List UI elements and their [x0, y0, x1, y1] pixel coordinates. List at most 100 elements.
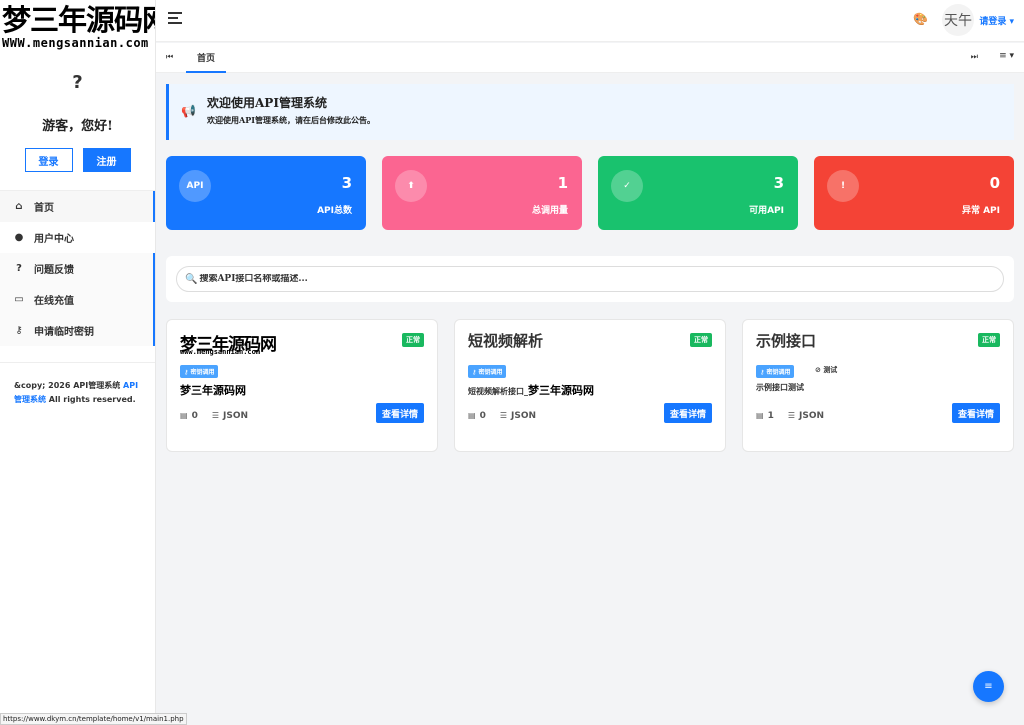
tabs-menu-icon[interactable]: ≡ ▾ [999, 51, 1014, 61]
card-description: 梦三年源码网 [180, 382, 246, 398]
card-logo-url: www.mengsannian.com [180, 348, 261, 356]
list-icon: ☰ [787, 411, 795, 420]
logo-title: 梦三年源码网 [2, 3, 155, 37]
format-value: JSON [511, 411, 537, 421]
sidebar-item-home[interactable]: ⌂ 首页 [0, 191, 155, 222]
key-tag: ⚷ 密钥调用 [468, 365, 507, 378]
view-details-button[interactable]: 查看详情 [664, 403, 712, 423]
stat-label: 可用API [749, 206, 784, 216]
calls-value: 0 [191, 411, 198, 421]
format-value: JSON [799, 411, 825, 421]
stat-value: 3 [773, 174, 784, 192]
key-tag: ⚷ 密钥调用 [180, 365, 219, 378]
sidebar-item-label: 申请临时密钥 [34, 327, 94, 338]
status-badge: 正常 [690, 333, 712, 347]
view-details-button[interactable]: 查看详情 [376, 403, 424, 423]
register-button[interactable]: 注册 [82, 148, 131, 172]
calls-value: 1 [767, 411, 774, 421]
sidebar-nav: ⌂ 首页 ● 用户中心 ? 问题反馈 ▭ 在线充值 ⚷ 申请临时密钥 [0, 190, 155, 346]
card-desc-text: 短视频解析接口_ [468, 386, 528, 396]
calls-count: ▤ 1 [756, 411, 774, 421]
login-button[interactable]: 登录 [24, 148, 73, 172]
announcement-text: 欢迎使用API管理系统，请在后台修改此公告。 [207, 115, 375, 125]
announcement: 📢 欢迎使用API管理系统 欢迎使用API管理系统，请在后台修改此公告。 [166, 84, 1014, 140]
card-meta: ▤ 1 ☰ JSON [756, 411, 824, 421]
card-title: 示例接口 [756, 332, 817, 350]
floating-menu-button[interactable]: ≡ [973, 671, 1004, 702]
top-bar: 🎨 天午 请登录 ▾ [156, 0, 1024, 42]
card-description: 示例接口测试 [756, 382, 804, 392]
card-description: 短视频解析接口_梦三年源码网 [468, 382, 594, 398]
check-circle-icon: ✓ [611, 170, 643, 202]
view-details-button[interactable]: 查看详情 [952, 403, 1000, 423]
tab-home[interactable]: 首页 [186, 43, 226, 73]
calls-count: ▤ 0 [180, 411, 198, 421]
copyright-suffix: All rights reserved. [46, 395, 136, 404]
search-panel: 🔍 [166, 256, 1014, 302]
key-tag: ⚷ 密钥调用 [756, 365, 795, 378]
alert-circle-icon: ! [827, 170, 859, 202]
announcement-title: 欢迎使用API管理系统 [207, 96, 327, 110]
site-logo[interactable]: 梦三年源码网 WWW.mengsannian.com [0, 0, 155, 58]
login-link[interactable]: 请登录 ▾ [979, 14, 1014, 27]
sidebar-item-user-center[interactable]: ● 用户中心 [0, 222, 155, 253]
api-card[interactable]: 梦三年源码网 www.mengsannian.com 正常 ⚷ 密钥调用 梦三年… [166, 319, 438, 452]
sidebar: 梦三年源码网 WWW.mengsannian.com ? 游客，您好! 登录 注… [0, 0, 156, 725]
table-icon: ▤ [756, 411, 764, 420]
status-badge: 正常 [978, 333, 1000, 347]
sidebar-item-recharge[interactable]: ▭ 在线充值 [0, 284, 155, 315]
login-link-label: 请登录 [979, 17, 1007, 27]
avatar[interactable]: 天午 [942, 4, 974, 36]
greeting-text: 游客，您好! [42, 119, 113, 134]
stat-card-available-api: ✓ 3 可用API [598, 156, 798, 230]
api-card[interactable]: 示例接口 正常 ⚷ 密钥调用 ⊘ 测试 示例接口测试 ▤ 1 ☰ JSON 查看详情 [742, 319, 1014, 452]
search-box: 🔍 [176, 266, 1004, 292]
card-meta: ▤ 0 ☰ JSON [180, 411, 248, 421]
stat-card-abnormal-api: ! 0 异常 API [814, 156, 1014, 230]
key-icon: ⚷ [15, 325, 23, 336]
sidebar-item-label: 首页 [34, 203, 54, 214]
sidebar-item-label: 问题反馈 [34, 265, 74, 276]
tag-icon: ⊘ [815, 366, 821, 374]
table-icon: ▤ [180, 411, 188, 420]
status-badge: 正常 [402, 333, 424, 347]
tabs-prev-icon[interactable]: ⏮ [166, 52, 173, 62]
api-card[interactable]: 短视频解析 正常 ⚷ 密钥调用 短视频解析接口_梦三年源码网 ▤ 0 ☰ JSON … [454, 319, 726, 452]
sidebar-item-feedback[interactable]: ? 问题反馈 [0, 253, 155, 284]
stat-card-total-calls: ⬆ 1 总调用量 [382, 156, 582, 230]
format-info: ☰ JSON [212, 411, 248, 421]
credit-card-icon: ▭ [14, 294, 24, 305]
stat-label: 异常 API [961, 206, 1000, 216]
copyright: &copy; 2026 API管理系统 API管理系统 All rights r… [0, 362, 155, 407]
search-icon: 🔍 [185, 273, 198, 285]
home-icon: ⌂ [15, 201, 23, 212]
api-icon: API [179, 170, 211, 202]
format-info: ☰ JSON [788, 411, 824, 421]
tabs-next-icon[interactable]: ⏭ [971, 52, 978, 62]
calls-value: 0 [479, 411, 486, 421]
user-circle-icon: ● [14, 232, 24, 243]
list-icon: ☰ [211, 411, 219, 420]
stat-value: 1 [557, 174, 568, 192]
table-icon: ▤ [468, 411, 476, 420]
sidebar-item-label: 用户中心 [34, 234, 74, 245]
copyright-prefix: &copy; 2026 API管理系统 [14, 381, 124, 390]
test-tag: ⊘ 测试 [815, 365, 837, 375]
card-meta: ▤ 0 ☰ JSON [468, 411, 536, 421]
card-desc-logo: 梦三年源码网 [528, 384, 594, 397]
guest-avatar: ? [72, 72, 83, 93]
logo-url: WWW.mengsannian.com [2, 36, 149, 50]
tabs-bar: ⏮ 首页 ⏭ ≡ ▾ [156, 43, 1024, 73]
stat-label: API总数 [317, 206, 352, 216]
stat-label: 总调用量 [531, 206, 568, 216]
list-icon: ☰ [499, 411, 507, 420]
search-input[interactable] [199, 274, 936, 284]
sidebar-item-label: 在线充值 [34, 296, 74, 307]
menu-toggle-icon[interactable] [168, 12, 182, 27]
test-tag-label: 测试 [823, 366, 838, 374]
stat-value: 0 [989, 174, 1000, 192]
card-desc-logo: 梦三年源码网 [180, 384, 246, 397]
arrow-up-icon: ⬆ [395, 170, 427, 202]
sidebar-item-temp-key[interactable]: ⚷ 申请临时密钥 [0, 315, 155, 346]
palette-icon[interactable]: 🎨 [913, 12, 928, 26]
